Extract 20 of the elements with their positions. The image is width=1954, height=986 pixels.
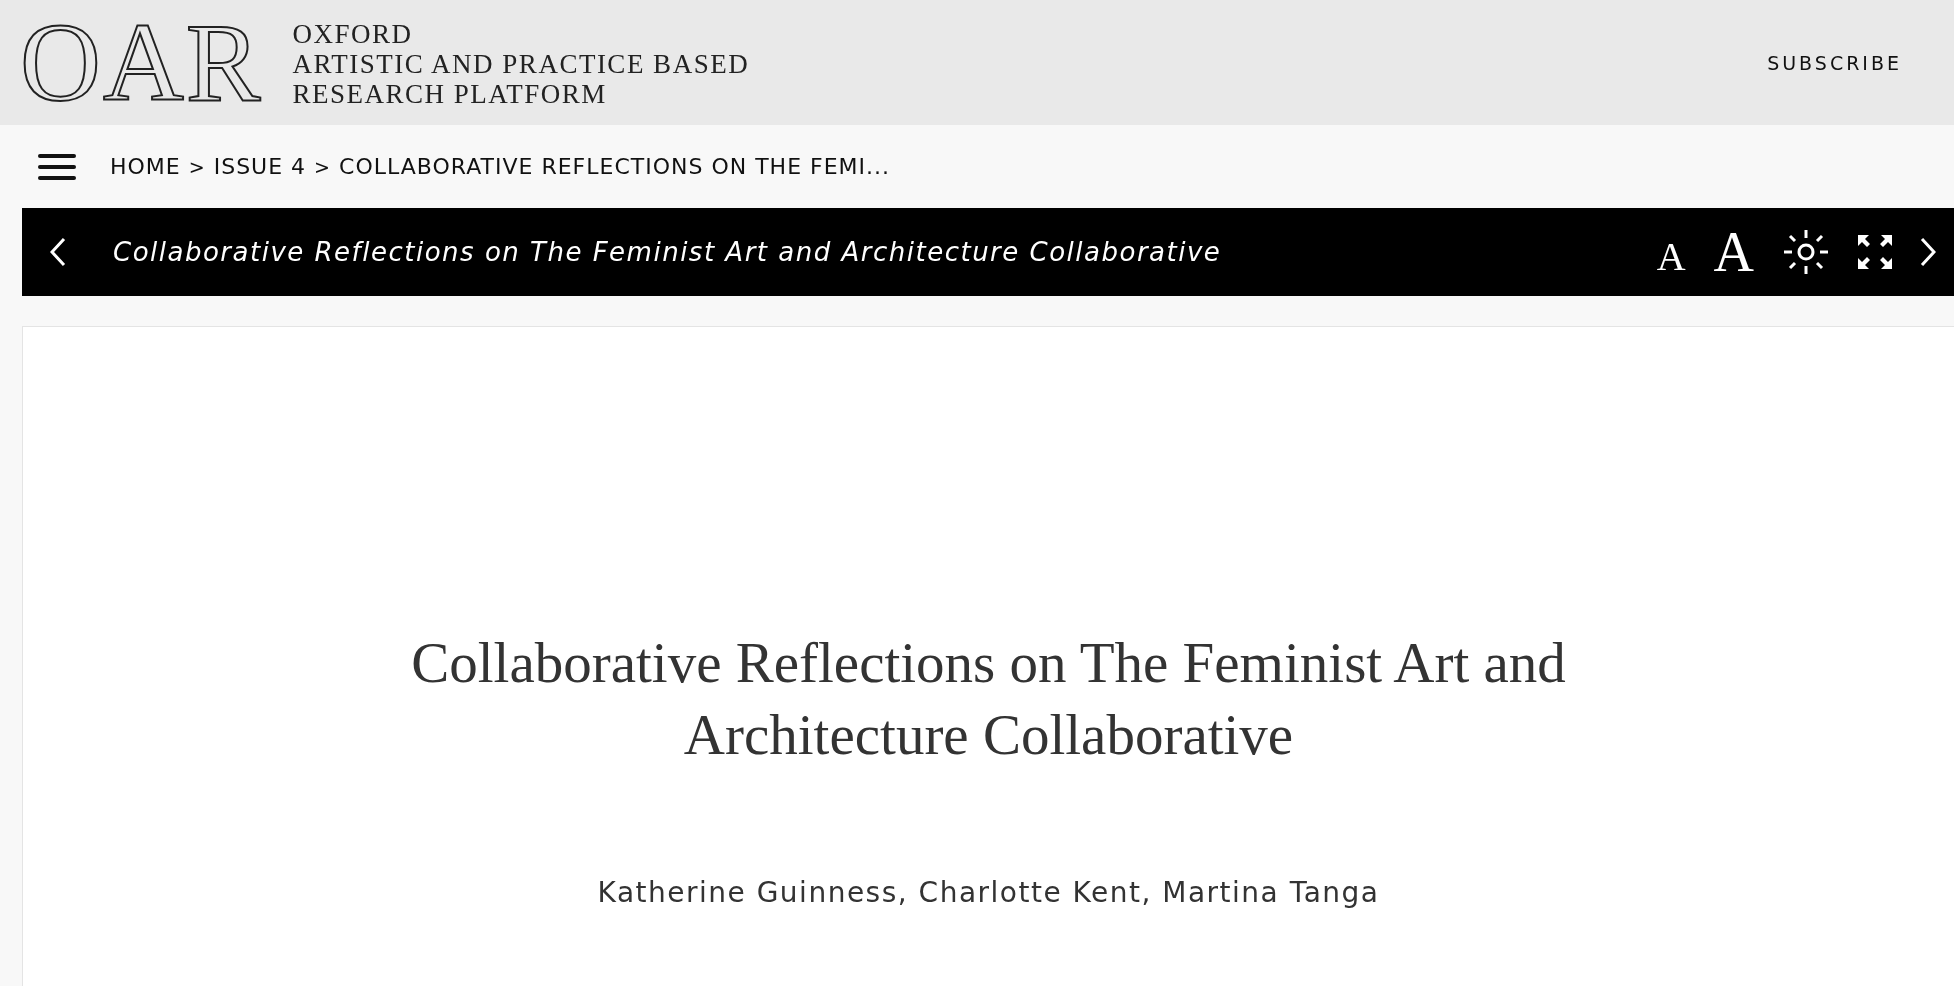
article-title: Collaborative Reflections on The Feminist Art and Architecture Collaborative (410, 630, 1567, 768)
platform-name: OXFORD (292, 19, 414, 50)
subscribe-link[interactable]: SUBSCRIBE (1767, 51, 1902, 74)
breadcrumb-link[interactable]: COLLABORATIVE REFLECTIONS ON THE FEMI... (339, 154, 891, 179)
menu-icon[interactable] (38, 152, 76, 181)
breadcrumb-separator: > (314, 155, 331, 178)
fullscreen-icon[interactable] (1858, 235, 1892, 269)
toolbar-title: Collaborative Reflections on The Feminist Art and Architecture Collaborative (113, 237, 1223, 267)
decrease-font-button[interactable]: A (1656, 237, 1686, 277)
logo[interactable]: OAR (20, 12, 263, 113)
next-icon[interactable] (1920, 237, 1936, 267)
previous-icon[interactable] (50, 237, 66, 267)
increase-font-button[interactable]: A (1713, 224, 1754, 280)
article-authors: Katherine Guinness, Charlotte Kent, Martina Tanga (597, 876, 1380, 909)
platform-name: RESEARCH PLATFORM (292, 79, 608, 110)
breadcrumb-separator: > (188, 155, 206, 178)
breadcrumb-link[interactable]: HOME (110, 154, 181, 179)
platform-name: ARTISTIC AND PRACTICE BASED (292, 49, 750, 80)
breadcrumb-link[interactable]: ISSUE 4 (213, 154, 307, 179)
sun-icon[interactable] (1782, 228, 1830, 276)
